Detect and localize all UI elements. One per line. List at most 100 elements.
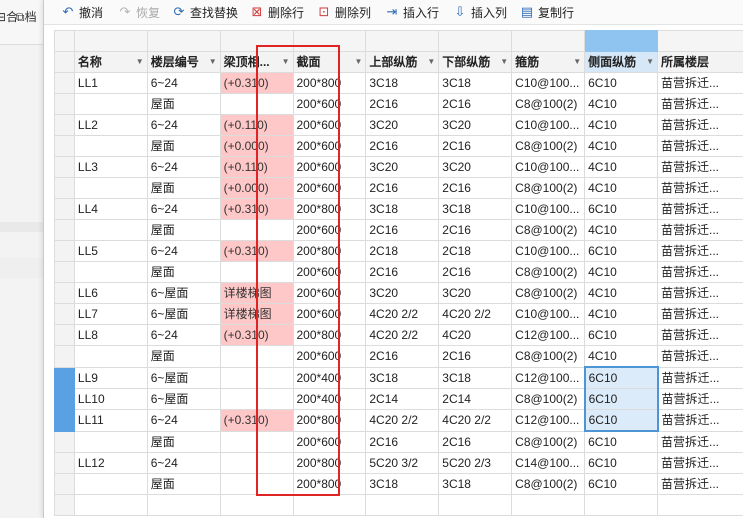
column-letter[interactable] xyxy=(365,30,440,52)
belong-floor-cell[interactable]: 苗营拆迁... xyxy=(657,219,743,241)
beam-name-cell[interactable]: LL4 xyxy=(73,198,148,220)
beam-name-cell[interactable] xyxy=(73,261,148,283)
belong-floor-cell[interactable]: 苗营拆迁... xyxy=(657,261,743,283)
section-cell[interactable]: 200*600 xyxy=(292,114,367,136)
side-bar-cell[interactable]: 4C10 xyxy=(584,114,659,136)
insert-row-button[interactable]: ⇥ 插入行 xyxy=(384,2,439,22)
empty-cell[interactable] xyxy=(73,494,148,516)
section-cell[interactable]: 200*600 xyxy=(292,345,367,368)
top-bar-cell[interactable]: 2C16 xyxy=(365,430,440,453)
belong-floor-cell[interactable]: 苗营拆迁... xyxy=(657,282,743,304)
top-bar-cell[interactable]: 5C20 3/2 xyxy=(365,452,440,474)
column-letter[interactable] xyxy=(73,30,148,52)
beam-name-cell[interactable]: LL6 xyxy=(73,282,148,304)
row-handle[interactable] xyxy=(54,324,75,346)
col-header-floor[interactable]: 楼层编号 ▼ xyxy=(146,51,221,73)
beam-name-cell[interactable]: LL7 xyxy=(73,303,148,325)
table-row[interactable]: 屋面 200*600 2C16 2C16 C8@100(2) 4C10 苗营拆迁... xyxy=(54,219,743,241)
side-bar-cell[interactable]: 4C10 xyxy=(584,261,659,283)
beam-name-cell[interactable] xyxy=(73,219,148,241)
table-row[interactable]: 屋面 (+0.000) 200*600 2C16 2C16 C8@100(2) 4C10 苗营… xyxy=(54,135,743,157)
beam-name-cell[interactable] xyxy=(73,177,148,199)
top-bar-cell[interactable]: 2C18 xyxy=(365,240,440,262)
top-bar-cell[interactable]: 2C16 xyxy=(365,261,440,283)
top-offset-cell[interactable] xyxy=(219,473,294,495)
floor-cell[interactable]: 屋面 xyxy=(146,177,221,199)
top-offset-cell[interactable]: (+0.000) xyxy=(219,135,294,157)
table-row[interactable]: LL5 6~24 (+0.310) 200*800 2C18 2C18 C10@100...… xyxy=(54,240,743,262)
top-offset-cell[interactable]: (+0.310) xyxy=(219,72,294,94)
copy-row-button[interactable]: ▤ 复制行 xyxy=(519,2,574,22)
side-bar-cell[interactable]: 6C10 xyxy=(583,388,659,410)
side-bar-cell[interactable]: 6C10 xyxy=(584,240,659,262)
section-cell[interactable]: 200*600 xyxy=(292,303,367,325)
top-offset-cell[interactable]: (+0.110) xyxy=(219,156,294,178)
empty-cell[interactable] xyxy=(292,494,367,516)
row-handle[interactable] xyxy=(54,473,75,495)
side-bar-cell[interactable]: 4C10 xyxy=(584,93,659,115)
bottom-bar-cell[interactable]: 3C18 xyxy=(438,473,513,495)
filter-dropdown-icon[interactable]: ▼ xyxy=(500,53,508,72)
top-bar-cell[interactable]: 3C18 xyxy=(365,198,440,220)
table-row[interactable]: LL6 6~屋面 详楼梯图 200*600 3C20 3C20 C8@100(2) 4C10 苗… xyxy=(54,282,743,304)
top-offset-cell[interactable]: (+0.310) xyxy=(219,198,294,220)
bottom-bar-cell[interactable]: 3C20 xyxy=(438,156,513,178)
beam-name-cell[interactable]: LL8 xyxy=(73,324,148,346)
col-header-section[interactable]: 截面 ▼ xyxy=(292,51,367,73)
belong-floor-cell[interactable]: 苗营拆迁... xyxy=(657,345,743,368)
beam-name-cell[interactable] xyxy=(73,345,148,368)
section-cell[interactable]: 200*600 xyxy=(292,261,367,283)
delete-row-button[interactable]: ⊠ 删除行 xyxy=(249,2,304,22)
top-bar-cell[interactable]: 4C20 2/2 xyxy=(365,324,440,346)
floor-cell[interactable]: 屋面 xyxy=(146,93,221,115)
row-handle[interactable] xyxy=(54,409,75,432)
side-bar-cell[interactable]: 6C10 xyxy=(584,452,659,474)
floor-cell[interactable]: 屋面 xyxy=(146,261,221,283)
filter-dropdown-icon[interactable]: ▼ xyxy=(354,53,362,72)
belong-floor-cell[interactable]: 苗营拆迁... xyxy=(657,473,743,495)
floor-cell[interactable]: 屋面 xyxy=(146,135,221,157)
table-row[interactable]: 屋面 200*600 2C16 2C16 C8@100(2) 4C10 苗营拆迁... xyxy=(54,93,743,115)
belong-floor-cell[interactable]: 苗营拆迁... xyxy=(657,388,743,410)
row-handle[interactable] xyxy=(54,430,75,453)
floor-cell[interactable]: 屋面 xyxy=(146,345,221,368)
floor-cell[interactable]: 6~24 xyxy=(146,240,221,262)
col-header-top-bar[interactable]: 上部纵筋 ▼ xyxy=(365,51,440,73)
top-bar-cell[interactable]: 2C16 xyxy=(365,177,440,199)
top-offset-cell[interactable] xyxy=(219,345,294,368)
section-cell[interactable]: 200*400 xyxy=(292,366,367,389)
filter-dropdown-icon[interactable]: ▼ xyxy=(136,53,144,72)
table-row[interactable]: LL3 6~24 (+0.110) 200*600 3C20 3C20 C10@100...… xyxy=(54,156,743,178)
row-handle[interactable] xyxy=(54,345,75,368)
section-cell[interactable]: 200*600 xyxy=(292,430,367,453)
filter-dropdown-icon[interactable]: ▼ xyxy=(282,53,290,72)
section-cell[interactable]: 200*600 xyxy=(292,177,367,199)
stirrup-cell[interactable]: C10@100... xyxy=(511,303,586,325)
top-offset-cell[interactable]: (+0.310) xyxy=(219,240,294,262)
top-offset-cell[interactable]: (+0.310) xyxy=(219,324,294,346)
row-handle[interactable] xyxy=(54,282,75,304)
row-handle[interactable] xyxy=(54,261,75,283)
row-handle[interactable] xyxy=(54,93,75,115)
section-cell[interactable]: 200*800 xyxy=(292,72,367,94)
beam-name-cell[interactable]: LL12 xyxy=(73,452,148,474)
floor-cell[interactable]: 6~屋面 xyxy=(146,388,221,410)
row-handle[interactable] xyxy=(54,452,75,474)
top-offset-cell[interactable]: (+0.110) xyxy=(219,114,294,136)
empty-cell[interactable] xyxy=(511,494,586,516)
row-handle[interactable] xyxy=(54,240,75,262)
stirrup-cell[interactable]: C8@100(2) xyxy=(511,473,586,495)
side-bar-cell[interactable]: 4C10 xyxy=(584,156,659,178)
stirrup-cell[interactable]: C10@100... xyxy=(511,156,586,178)
bottom-bar-cell[interactable]: 2C16 xyxy=(438,430,513,453)
row-handle[interactable] xyxy=(54,494,75,516)
floor-cell[interactable]: 6~屋面 xyxy=(146,366,221,389)
belong-floor-cell[interactable]: 苗营拆迁... xyxy=(657,240,743,262)
undo-button[interactable]: ↶ 撤消 xyxy=(60,2,103,22)
side-bar-cell[interactable]: 4C10 xyxy=(584,177,659,199)
side-bar-cell[interactable]: 4C10 xyxy=(584,345,659,368)
table-row[interactable]: 屋面 (+0.000) 200*600 2C16 2C16 C8@100(2) 4C10 苗营… xyxy=(54,177,743,199)
bottom-bar-cell[interactable]: 3C20 xyxy=(438,282,513,304)
floor-cell[interactable]: 6~24 xyxy=(146,324,221,346)
top-offset-cell[interactable] xyxy=(219,452,294,474)
